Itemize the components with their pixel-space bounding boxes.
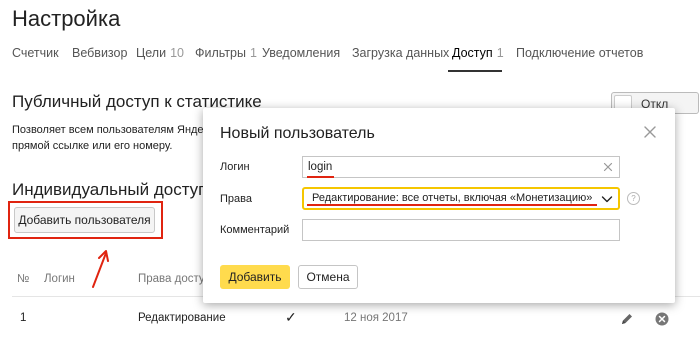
rights-annotation-underline <box>307 204 597 206</box>
pencil-icon[interactable] <box>620 312 634 326</box>
column-header-number: № <box>17 273 30 285</box>
modal-title: Новый пользователь <box>220 125 375 142</box>
add-button[interactable]: Добавить <box>220 265 290 289</box>
new-user-modal: Новый пользователь Логин Права Редактиро… <box>203 108 675 303</box>
close-icon[interactable] <box>640 122 660 142</box>
rights-label: Права <box>220 193 252 205</box>
row-check-icon: ✓ <box>285 309 297 325</box>
row-date: 12 ноя 2017 <box>344 312 408 324</box>
login-annotation-underline <box>307 176 334 178</box>
clear-icon[interactable] <box>602 161 614 173</box>
comment-field-wrapper <box>302 219 620 241</box>
login-label: Логин <box>220 161 250 173</box>
login-field-wrapper <box>302 156 620 178</box>
row-number: 1 <box>20 312 27 324</box>
comment-label: Комментарий <box>220 224 290 236</box>
row-rights: Редактирование <box>138 312 226 324</box>
column-header-login[interactable]: Логин <box>44 273 75 285</box>
rights-select[interactable]: Редактирование: все отчеты, включая «Мон… <box>302 187 620 210</box>
cancel-button[interactable]: Отмена <box>298 265 358 289</box>
chevron-down-icon <box>601 196 613 203</box>
comment-input[interactable] <box>308 222 598 238</box>
rights-selected-value: Редактирование: все отчеты, включая «Мон… <box>312 192 593 204</box>
login-input[interactable] <box>308 159 598 175</box>
help-icon[interactable]: ? <box>627 192 640 205</box>
delete-icon[interactable] <box>655 312 669 326</box>
